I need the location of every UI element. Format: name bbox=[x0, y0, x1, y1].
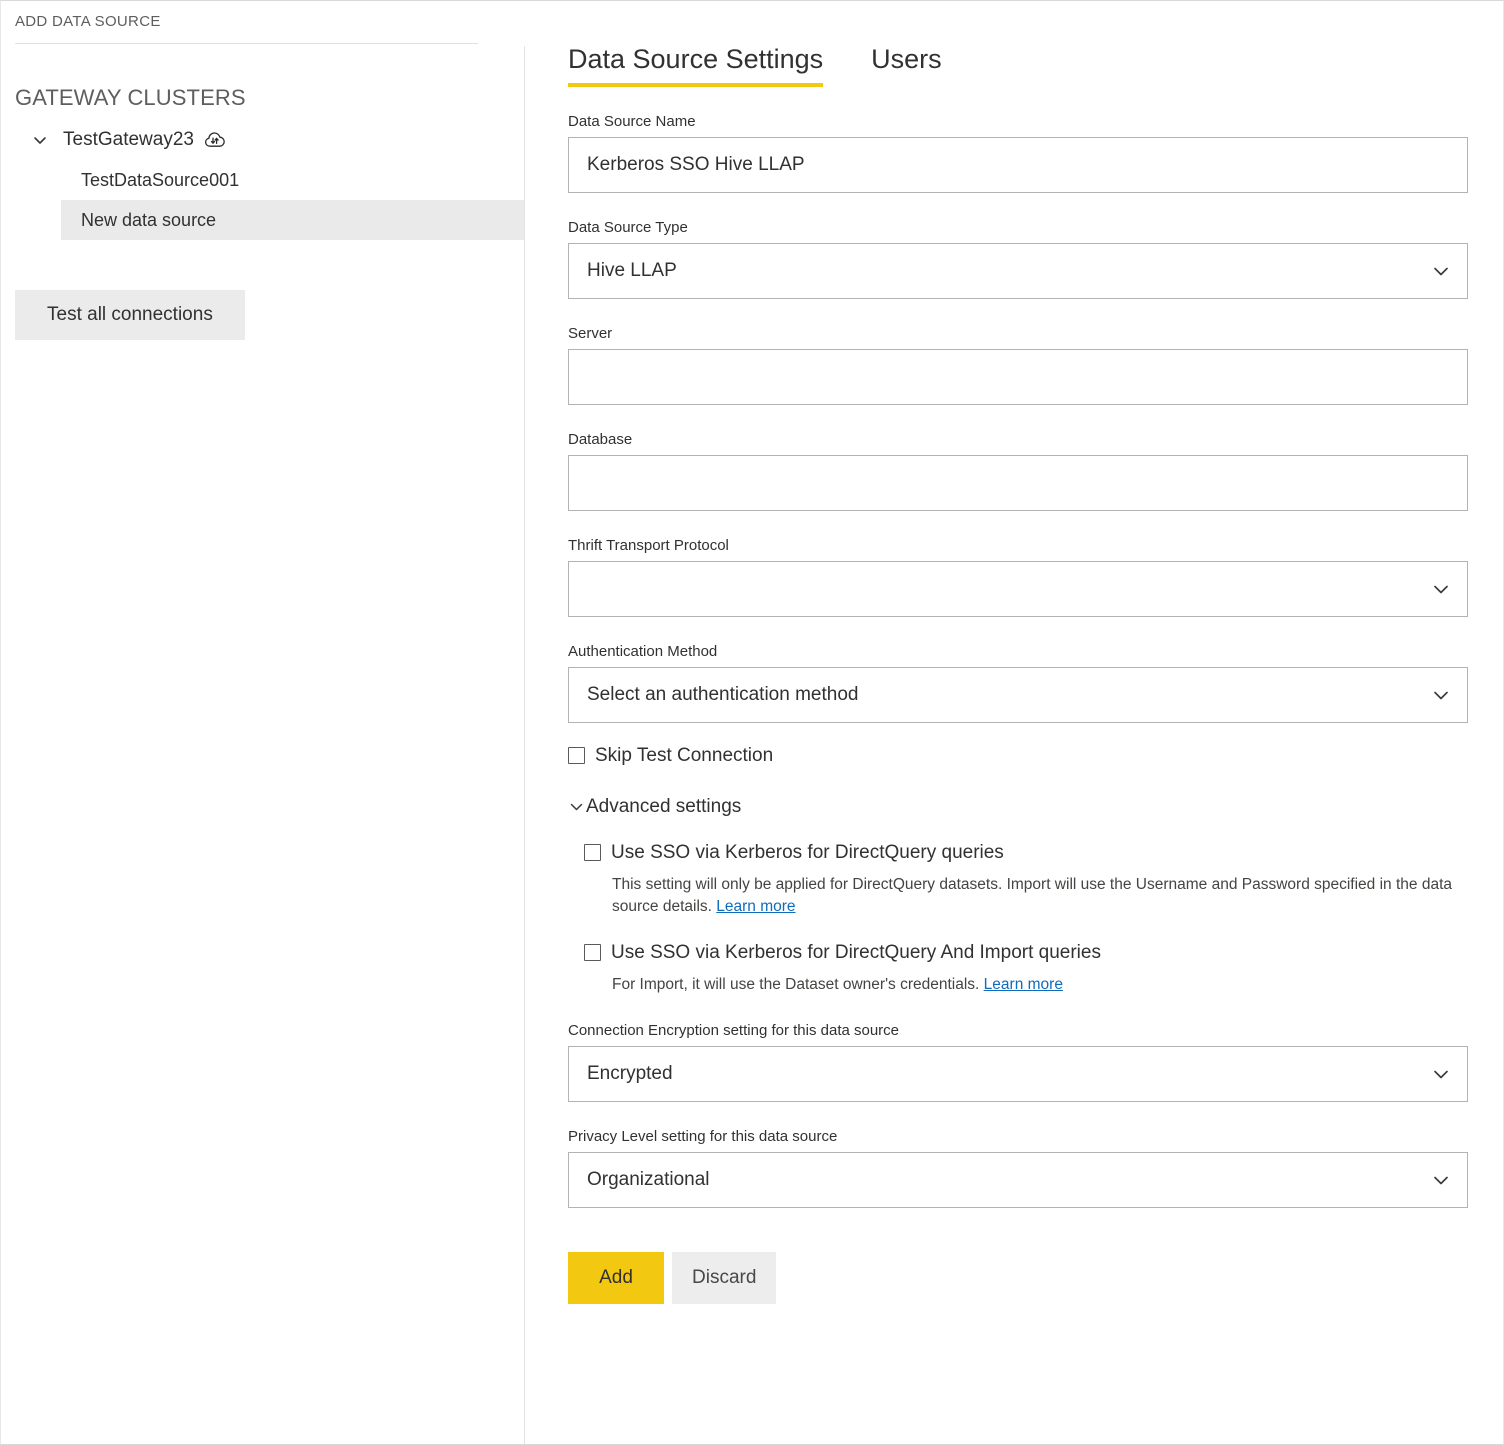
data-source-name-input[interactable]: Kerberos SSO Hive LLAP bbox=[568, 137, 1468, 193]
data-source-label: New data source bbox=[81, 210, 216, 231]
skip-test-connection-checkbox[interactable] bbox=[568, 747, 585, 764]
cloud-sync-icon bbox=[204, 130, 228, 150]
database-input[interactable] bbox=[568, 455, 1468, 511]
server-label: Server bbox=[568, 325, 1503, 342]
tab-data-source-settings[interactable]: Data Source Settings bbox=[568, 45, 823, 87]
data-source-item-0[interactable]: TestDataSource001 bbox=[1, 160, 524, 200]
sso-directquery-import-description-text: For Import, it will use the Dataset owne… bbox=[612, 976, 979, 993]
sso-directquery-import-checkbox[interactable] bbox=[584, 944, 601, 961]
learn-more-link[interactable]: Learn more bbox=[984, 976, 1063, 993]
field-server: Server bbox=[568, 325, 1503, 405]
sso-directquery-import-description: For Import, it will use the Dataset owne… bbox=[612, 974, 1500, 996]
connection-encryption-value: Encrypted bbox=[587, 1063, 1423, 1085]
data-source-type-select[interactable]: Hive LLAP bbox=[568, 243, 1468, 299]
thrift-transport-protocol-select[interactable] bbox=[568, 561, 1468, 617]
data-source-name-value: Kerberos SSO Hive LLAP bbox=[587, 154, 1449, 176]
data-source-type-label: Data Source Type bbox=[568, 219, 1503, 236]
field-privacy-level: Privacy Level setting for this data sour… bbox=[568, 1128, 1503, 1208]
sidebar: ADD DATA SOURCE GATEWAY CLUSTERS TestGat… bbox=[1, 1, 524, 1444]
field-database: Database bbox=[568, 431, 1503, 511]
gateway-cluster-row[interactable]: TestGateway23 bbox=[1, 120, 524, 160]
panel-tabs: Data Source Settings Users bbox=[568, 45, 1503, 87]
sso-directquery-label: Use SSO via Kerberos for DirectQuery que… bbox=[611, 842, 1004, 864]
chevron-down-icon bbox=[1431, 579, 1451, 599]
authentication-method-select[interactable]: Select an authentication method bbox=[568, 667, 1468, 723]
advanced-settings-toggle[interactable]: Advanced settings bbox=[568, 796, 1503, 818]
server-input[interactable] bbox=[568, 349, 1468, 405]
chevron-down-icon[interactable] bbox=[568, 798, 585, 815]
data-source-label: TestDataSource001 bbox=[81, 170, 239, 191]
tab-label: Data Source Settings bbox=[568, 44, 823, 74]
chevron-down-icon bbox=[1431, 1170, 1451, 1190]
field-thrift-transport-protocol: Thrift Transport Protocol bbox=[568, 537, 1503, 617]
privacy-level-label: Privacy Level setting for this data sour… bbox=[568, 1128, 1503, 1145]
tab-users[interactable]: Users bbox=[871, 45, 942, 87]
sso-directquery-import-label: Use SSO via Kerberos for DirectQuery And… bbox=[611, 942, 1101, 964]
gateway-name-label: TestGateway23 bbox=[63, 129, 194, 151]
gateway-tree: TestGateway23 TestDataSource001 New data… bbox=[1, 120, 524, 240]
authentication-method-label: Authentication Method bbox=[568, 643, 1503, 660]
privacy-level-value: Organizational bbox=[587, 1169, 1423, 1191]
add-data-source-page: ADD DATA SOURCE GATEWAY CLUSTERS TestGat… bbox=[0, 0, 1504, 1445]
form-actions: Add Discard bbox=[568, 1252, 1503, 1304]
skip-test-connection-checkbox-row[interactable]: Skip Test Connection bbox=[568, 745, 1503, 767]
chevron-down-icon bbox=[1431, 1064, 1451, 1084]
advanced-settings-body: Use SSO via Kerberos for DirectQuery que… bbox=[568, 842, 1503, 996]
field-connection-encryption: Connection Encryption setting for this d… bbox=[568, 1022, 1503, 1102]
add-button[interactable]: Add bbox=[568, 1252, 664, 1304]
chevron-down-icon[interactable] bbox=[29, 129, 51, 151]
data-source-settings-panel: Data Source Settings Users Data Source N… bbox=[524, 1, 1503, 1444]
privacy-level-select[interactable]: Organizational bbox=[568, 1152, 1468, 1208]
thrift-transport-protocol-label: Thrift Transport Protocol bbox=[568, 537, 1503, 554]
sso-directquery-import-checkbox-row[interactable]: Use SSO via Kerberos for DirectQuery And… bbox=[584, 942, 1503, 964]
data-source-name-label: Data Source Name bbox=[568, 113, 1503, 130]
field-data-source-name: Data Source Name Kerberos SSO Hive LLAP bbox=[568, 113, 1503, 193]
data-source-item-1[interactable]: New data source bbox=[61, 200, 524, 240]
advanced-settings-label: Advanced settings bbox=[586, 796, 741, 818]
skip-test-connection-label: Skip Test Connection bbox=[595, 745, 773, 767]
sso-directquery-checkbox-row[interactable]: Use SSO via Kerberos for DirectQuery que… bbox=[584, 842, 1503, 864]
discard-button[interactable]: Discard bbox=[672, 1252, 776, 1304]
sso-directquery-description: This setting will only be applied for Di… bbox=[612, 874, 1500, 918]
database-label: Database bbox=[568, 431, 1503, 448]
data-source-type-value: Hive LLAP bbox=[587, 260, 1423, 282]
chevron-down-icon bbox=[1431, 685, 1451, 705]
sidebar-header-title: ADD DATA SOURCE bbox=[1, 1, 524, 30]
gateway-clusters-heading: GATEWAY CLUSTERS bbox=[15, 85, 524, 111]
chevron-down-icon bbox=[1431, 261, 1451, 281]
learn-more-link[interactable]: Learn more bbox=[716, 898, 795, 915]
connection-encryption-select[interactable]: Encrypted bbox=[568, 1046, 1468, 1102]
connection-encryption-label: Connection Encryption setting for this d… bbox=[568, 1022, 1503, 1039]
field-data-source-type: Data Source Type Hive LLAP bbox=[568, 219, 1503, 299]
sidebar-header-divider bbox=[15, 43, 478, 44]
test-all-connections-button[interactable]: Test all connections bbox=[15, 290, 245, 340]
authentication-method-value: Select an authentication method bbox=[587, 684, 1423, 706]
tab-label: Users bbox=[871, 44, 942, 74]
field-authentication-method: Authentication Method Select an authenti… bbox=[568, 643, 1503, 723]
sso-directquery-checkbox[interactable] bbox=[584, 844, 601, 861]
